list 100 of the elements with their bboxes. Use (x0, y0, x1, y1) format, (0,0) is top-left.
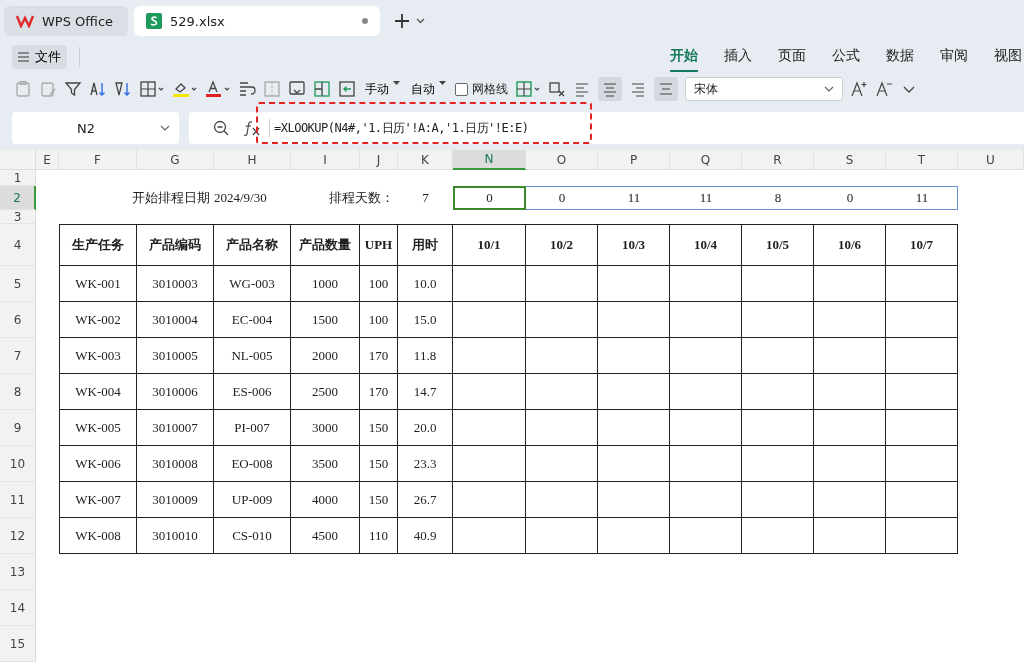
ribbon-tab[interactable]: 开始 (670, 42, 698, 72)
table-cell (526, 266, 598, 302)
zoom-icon[interactable] (213, 120, 229, 136)
wps-logo-icon (16, 14, 34, 28)
table-cell: 4000 (291, 482, 360, 518)
table-cell (526, 446, 598, 482)
table-cell: ES-006 (214, 374, 291, 410)
row-header[interactable]: 9 (0, 410, 36, 446)
table-cell: EO-008 (214, 446, 291, 482)
row-header[interactable]: 11 (0, 482, 36, 518)
clear-format-icon[interactable] (548, 80, 566, 98)
menu-icon (18, 52, 29, 62)
font-dropdown[interactable]: 宋体 (685, 77, 843, 101)
row-header[interactable]: 12 (0, 518, 36, 554)
gridlines-checkbox[interactable]: 网格线 (455, 80, 508, 98)
table-cell[interactable]: 11 (886, 186, 958, 210)
table-cell: WK-005 (59, 410, 137, 446)
table-header: 10/4 (670, 224, 742, 266)
column-header[interactable]: G (137, 150, 214, 170)
table-cell[interactable]: 8 (742, 186, 814, 210)
ribbon-tab[interactable]: 审阅 (940, 42, 968, 72)
row-header[interactable]: 14 (0, 590, 36, 626)
column-header[interactable]: K (398, 150, 453, 170)
column-header[interactable]: R (742, 150, 814, 170)
column-width-dropdown[interactable]: 自动 (409, 80, 448, 98)
row-header[interactable]: 2 (0, 186, 36, 210)
column-header[interactable]: O (526, 150, 598, 170)
table-cell (814, 518, 886, 554)
app-tab[interactable]: WPS Office (4, 6, 128, 36)
name-box[interactable]: N2 (12, 112, 179, 144)
column-header[interactable]: H (214, 150, 291, 170)
table-cell[interactable]: 0 (526, 186, 598, 210)
column-header[interactable]: J (360, 150, 398, 170)
column-header[interactable]: Q (670, 150, 742, 170)
table-cell[interactable]: 0 (453, 186, 526, 210)
column-header[interactable]: T (886, 150, 958, 170)
column-header[interactable]: F (59, 150, 137, 170)
decrease-font-icon[interactable] (875, 80, 893, 98)
row-header[interactable]: 6 (0, 302, 36, 338)
table-cell (598, 518, 670, 554)
sort-descending-icon[interactable] (114, 80, 132, 98)
row-header[interactable]: 13 (0, 554, 36, 590)
row-header[interactable]: 10 (0, 446, 36, 482)
table-header: 生产任务 (59, 224, 137, 266)
table-cell (598, 410, 670, 446)
table-cell: 14.7 (398, 374, 453, 410)
ribbon-tab[interactable]: 公式 (832, 42, 860, 72)
table-cell (670, 266, 742, 302)
column-header[interactable]: N (453, 150, 526, 170)
table-cell[interactable]: 11 (598, 186, 670, 210)
ribbon-tab[interactable]: 视图 (994, 42, 1022, 72)
table-cell: 170 (360, 338, 398, 374)
table-cell: WK-003 (59, 338, 137, 374)
table-cell[interactable]: 0 (814, 186, 886, 210)
row-header[interactable]: 15 (0, 626, 36, 662)
app-tab[interactable]: 529.xlsx (134, 6, 380, 36)
table-cell (670, 482, 742, 518)
table-cell: EC-004 (214, 302, 291, 338)
merge-cells-icon[interactable] (263, 80, 281, 98)
row-header[interactable]: 7 (0, 338, 36, 374)
increase-font-icon[interactable] (850, 80, 868, 98)
column-header[interactable]: U (958, 150, 1024, 170)
table-cell (670, 518, 742, 554)
insert-row-icon[interactable] (288, 80, 306, 98)
formula-bar[interactable]: =XLOOKUP(N4#,'1.日历'!A:A,'1.日历'!E:E) (189, 112, 1024, 144)
ribbon-tab[interactable]: 插入 (724, 42, 752, 72)
table-cell[interactable]: 11 (670, 186, 742, 210)
column-header[interactable]: I (291, 150, 360, 170)
sort-ascending-icon[interactable] (89, 80, 107, 98)
filter-icon[interactable] (64, 80, 82, 98)
row-header[interactable]: 1 (0, 170, 36, 186)
table-cell (742, 338, 814, 374)
row-header[interactable]: 4 (0, 224, 36, 266)
function-icon[interactable] (243, 120, 261, 136)
table-style-icon[interactable] (515, 80, 541, 98)
column-header[interactable]: E (36, 150, 59, 170)
wrap-text-icon[interactable] (238, 80, 256, 98)
table-cell: 3010009 (137, 482, 214, 518)
chevron-down-icon[interactable] (416, 18, 425, 24)
table-header: 10/2 (526, 224, 598, 266)
ribbon-tab[interactable]: 数据 (886, 42, 914, 72)
table-cell (526, 338, 598, 374)
table-header: 产品名称 (214, 224, 291, 266)
table-cell: 3010003 (137, 266, 214, 302)
table-cell (598, 446, 670, 482)
borders-icon[interactable] (139, 80, 165, 98)
table-cell: 3500 (291, 446, 360, 482)
font-color-icon[interactable] (205, 80, 231, 98)
column-header[interactable]: S (814, 150, 886, 170)
file-menu-button[interactable]: 文件 (12, 45, 67, 69)
convert-icon[interactable] (338, 80, 356, 98)
column-header[interactable]: P (598, 150, 670, 170)
row-height-dropdown[interactable]: 手动 (363, 80, 402, 98)
row-header[interactable]: 3 (0, 210, 36, 224)
row-header[interactable]: 8 (0, 374, 36, 410)
table-cell (886, 446, 958, 482)
ribbon-tab[interactable]: 页面 (778, 42, 806, 72)
new-tab-icon[interactable] (394, 13, 410, 29)
row-col-icon[interactable] (313, 80, 331, 98)
row-header[interactable]: 5 (0, 266, 36, 302)
